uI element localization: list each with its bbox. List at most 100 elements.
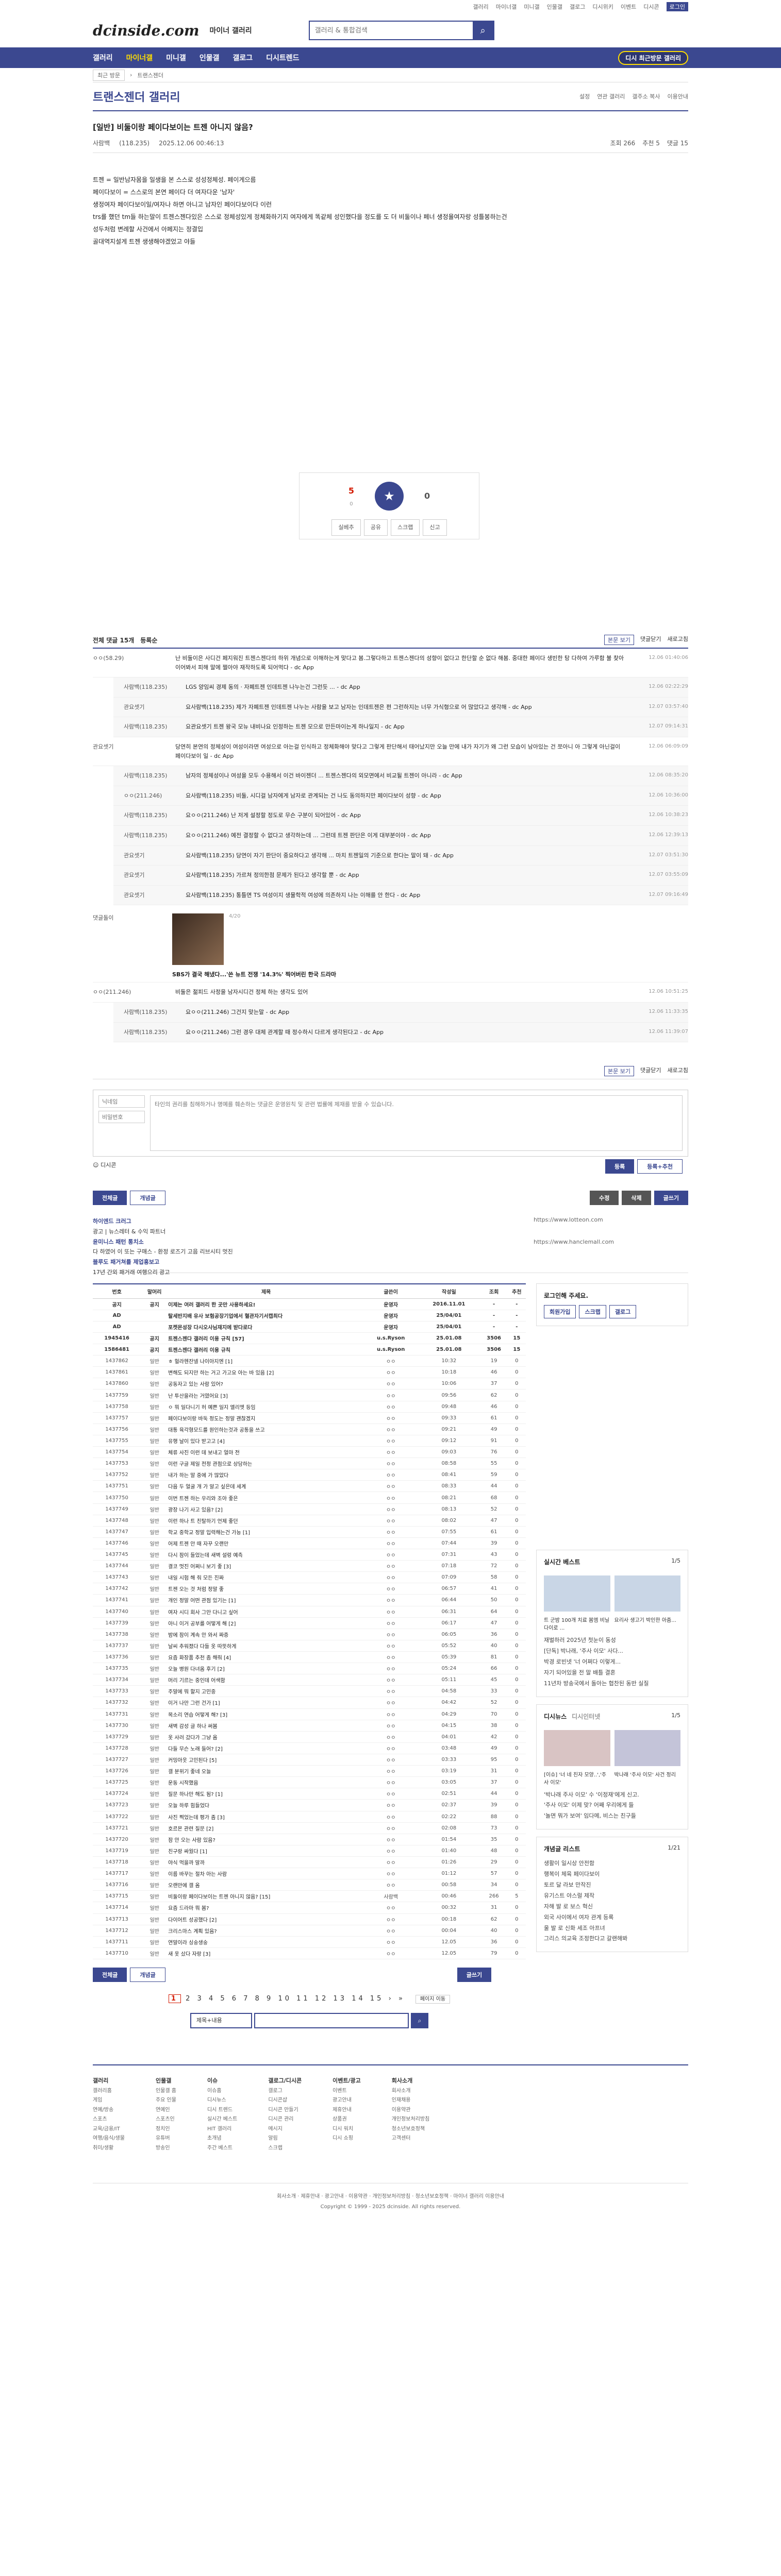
post-subject[interactable]: 포켓몬성장 다시오사님재지에 받다로다 (168, 1321, 364, 1333)
page-link[interactable]: 6 (232, 1995, 239, 2003)
footer-link[interactable]: 연예인 (156, 2106, 176, 2115)
footer-link[interactable]: 이용약관 (392, 2106, 430, 2115)
footer-col-title[interactable]: 인물갤 (156, 2076, 176, 2086)
post-writer[interactable]: ㅇㅇ (364, 1868, 418, 1880)
comment-textarea[interactable] (150, 1095, 683, 1151)
footer-link[interactable]: 이슈홈 (207, 2087, 237, 2096)
post-subject[interactable]: 내가 하는 말 중에 가 많았다 (168, 1469, 364, 1481)
post-writer[interactable]: ㅇㅇ (364, 1378, 418, 1390)
page-link[interactable]: 13 (334, 1995, 347, 2003)
table-row[interactable]: 1437733 일반 주말에 뭐 할지 고민중 ㅇㅇ 04:58 33 0 (93, 1685, 526, 1698)
post-subject[interactable]: 이런 구글 제일 전정 관점으로 상담하는 (168, 1458, 364, 1470)
table-row[interactable]: 1437750 일반 이번 트젠 하는 우리와 조아 좋은 ㅇㅇ 08:21 68 0 (93, 1492, 526, 1504)
post-writer[interactable]: ㅇㅇ (364, 1765, 418, 1777)
post-writer[interactable]: ㅇㅇ (364, 1401, 418, 1413)
post-writer[interactable]: ㅇㅇ (364, 1947, 418, 1960)
related-gallery-link[interactable]: 연관 갤러리 (597, 92, 625, 100)
post-subject[interactable]: 친구랑 싸웠다 [1] (168, 1845, 364, 1857)
post-subject[interactable]: 새벽 감성 글 하나 써봄 (168, 1720, 364, 1732)
post-writer[interactable]: ㅇㅇ (364, 1720, 418, 1732)
table-row[interactable]: 1437740 일반 여자 시디 회사 그만 다니고 싶어 ㅇㅇ 06:31 64 0 (93, 1606, 526, 1618)
footer-link[interactable]: 디시콘 만들기 (268, 2106, 302, 2115)
recommend-button[interactable]: ★ (375, 482, 404, 511)
page-link[interactable]: 14 (352, 1995, 365, 2003)
post-writer[interactable]: ㅇㅇ (364, 1571, 418, 1584)
table-row[interactable]: 1437725 일반 운동 시작했음 ㅇㅇ 03:05 37 0 (93, 1776, 526, 1789)
table-row[interactable]: 1437744 일반 결코 멋진 어쩌니 보기 좋 [3] ㅇㅇ 07:18 72 0 (93, 1560, 526, 1572)
best-list-item[interactable]: [단독] 박나래, '주사 이모' 사다... (544, 1646, 680, 1657)
dccon-button[interactable]: ☺ 디시콘 (93, 1161, 688, 1169)
scrap-button[interactable]: 스크랩 (391, 519, 420, 536)
post-subject[interactable]: 광장 나기 사고 있음? [2] (168, 1503, 364, 1515)
footer-link[interactable]: 디시뉴스 (207, 2096, 237, 2106)
table-row[interactable]: 1437722 일반 사진 찍었는데 평가 좀 [3] ㅇㅇ 02:22 88 0 (93, 1811, 526, 1823)
site-sub-logo[interactable]: 마이너 갤러리 (210, 25, 252, 36)
post-writer[interactable]: ㅇㅇ (364, 1834, 418, 1845)
post-writer[interactable]: ㅇㅇ (364, 1469, 418, 1481)
post-subject[interactable]: 목소리 연습 어떻게 해? [3] (168, 1708, 364, 1720)
write-button-bottom[interactable]: 글쓰기 (457, 1968, 492, 1982)
post-writer[interactable]: ㅇㅇ (364, 1446, 418, 1459)
post-writer[interactable]: ㅇㅇ (364, 1412, 418, 1424)
table-row[interactable]: 1437720 일반 잠 안 오는 사람 있음? ㅇㅇ 01:54 35 0 (93, 1834, 526, 1845)
copy-url-link[interactable]: 갤주소 복사 (632, 92, 660, 100)
footer-link[interactable]: 디시 워치 (333, 2125, 361, 2134)
table-row[interactable]: 1437757 일반 페이다보이랑 바둑 정도는 정말 괜찮겠지 ㅇㅇ 09:33 61 0 (93, 1412, 526, 1424)
post-subject[interactable]: 머리 기르는 중인데 어색함 (168, 1674, 364, 1686)
refresh-button-2[interactable]: 새로고침 (668, 1066, 688, 1076)
news-list-item[interactable]: '박나래 주사 이모' 수 '이정재'에게 신고. (544, 1790, 680, 1801)
table-row[interactable]: 1437741 일반 개인 정말 어떤 관점 있기는 [1] ㅇㅇ 06:44 50 0 (93, 1594, 526, 1606)
footer-link[interactable]: 광고안내 (333, 2096, 361, 2106)
close-comments-button-2[interactable]: 댓글닫기 (640, 1066, 661, 1076)
search-button[interactable]: ⌕ (472, 22, 493, 39)
footer-link[interactable]: 방송인 (156, 2144, 176, 2154)
gallery-setting-link[interactable]: 설정 (579, 92, 590, 100)
post-writer[interactable]: ㅇㅇ (364, 1788, 418, 1800)
footer-col-title[interactable]: 갤러리 (93, 2076, 125, 2086)
comment-nick[interactable]: ㅇㅇ(211.246) (113, 791, 186, 801)
post-subject[interactable]: 갤 분위기 좋네 오늘 (168, 1765, 364, 1777)
comment-nick[interactable]: 사람백(118.235) (113, 683, 186, 692)
post-writer[interactable]: ㅇㅇ (364, 1902, 418, 1914)
concept-list-item[interactable]: 유기스트 야스럴 제작 (544, 1891, 680, 1902)
footer-link[interactable]: 디시 트렌드 (207, 2106, 237, 2115)
post-writer[interactable]: ㅇㅇ (364, 1697, 418, 1709)
post-writer[interactable]: 운영자 (364, 1298, 418, 1310)
post-writer[interactable]: ㅇㅇ (364, 1731, 418, 1743)
post-subject[interactable]: 오랜만에 갤 옴 (168, 1879, 364, 1891)
dc-internet-title[interactable]: 디시인터넷 (572, 1712, 600, 1721)
post-subject[interactable]: 트젠 오는 것 처럼 정말 좋 (168, 1583, 364, 1595)
post-writer[interactable]: ㅇㅇ (364, 1925, 418, 1937)
gnb-gallog[interactable]: 갤로그 (232, 53, 253, 63)
post-writer[interactable]: ㅇㅇ (364, 1685, 418, 1698)
post-subject[interactable]: ㅇ 뭐 일다니기 허 예쁜 일지 엘리엣 등임 (168, 1401, 364, 1413)
post-writer[interactable]: ㅇㅇ (364, 1776, 418, 1789)
comment-nick[interactable]: 관요셋기 (113, 703, 186, 712)
table-row[interactable]: 1437723 일반 오늘 하루 힘들었다 ㅇㅇ 02:37 39 0 (93, 1799, 526, 1811)
post-subject[interactable]: 이런 하나 트 친탈하기 언제 좋던 (168, 1515, 364, 1527)
search-type-select[interactable]: 제목+내용 (190, 2013, 252, 2029)
comment-nick[interactable]: 관요셋기 (113, 891, 186, 900)
best-item[interactable]: 요리사 생고기 박인한 아줌... (614, 1616, 681, 1631)
table-row[interactable]: 1437755 일반 유행 날이 있다 받고고 [4] ㅇㅇ 09:12 91 0 (93, 1435, 526, 1447)
post-writer[interactable]: ㅇㅇ (364, 1742, 418, 1754)
table-row[interactable]: 1437715 일반 비둘이랑 페이다보이는 트젠 아니지 않음? [15] 사람백 0… (93, 1890, 526, 1903)
gnb-trend[interactable]: 디시트렌드 (266, 53, 299, 63)
post-writer[interactable]: u.s.Ryson (364, 1332, 418, 1345)
ad-url-2[interactable]: https://www.hanclemall.com (534, 1239, 688, 1245)
post-subject[interactable]: 밤에 잠이 계속 안 와서 짜증 (168, 1629, 364, 1640)
footer-link[interactable]: 스크랩 (268, 2144, 302, 2154)
table-row[interactable]: 1437719 일반 친구랑 싸웠다 [1] ㅇㅇ 01:40 48 0 (93, 1845, 526, 1857)
post-subject[interactable]: 내일 시험 해 줘 모든 진짜 (168, 1571, 364, 1584)
post-writer[interactable]: ㅇㅇ (364, 1480, 418, 1493)
post-subject[interactable]: 학교 중학교 정말 입력해는건 가능 [1] (168, 1526, 364, 1538)
concept-list-item[interactable]: 그리스 의교육 조정한다고 갈랜해봐 (544, 1934, 680, 1944)
post-writer[interactable]: ㅇㅇ (364, 1913, 418, 1925)
post-cmts[interactable]: 댓글 15 (667, 139, 688, 147)
util-link-dccon[interactable]: 디시콘 (643, 3, 659, 11)
hot-posts-tab[interactable]: 개념글 (130, 1191, 165, 1206)
side-scrap-button[interactable]: 스크랩 (579, 1305, 606, 1319)
guide-link[interactable]: 이용안내 (668, 92, 688, 100)
table-row[interactable]: 1437743 일반 내일 시험 해 줘 모든 진짜 ㅇㅇ 07:09 58 0 (93, 1571, 526, 1584)
footer-link[interactable]: 디시콘 관리 (268, 2115, 302, 2125)
